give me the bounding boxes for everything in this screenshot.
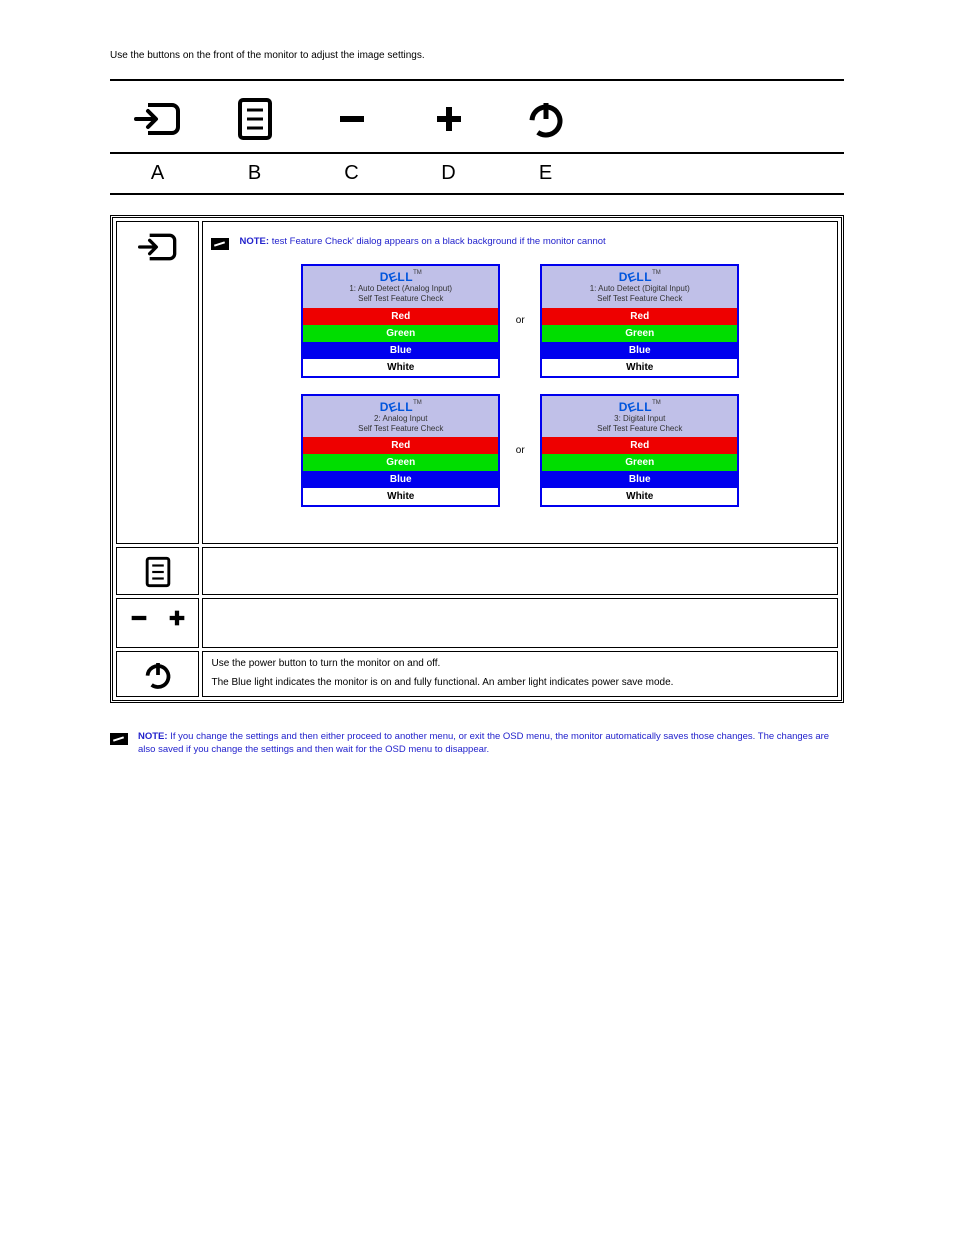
row-plus-minus	[116, 598, 838, 648]
label-e: E	[518, 162, 573, 185]
or-separator: or	[510, 315, 530, 326]
dlg-digital: DELLTM 3: Digital Input Self Test Featur…	[540, 394, 739, 508]
cell-desc-menu	[202, 547, 838, 595]
front-panel-icons-row	[110, 79, 844, 154]
label-a: A	[130, 162, 185, 185]
plus-icon	[421, 91, 476, 146]
note-text: NOTE: test Feature Check' dialog appears…	[239, 236, 605, 248]
osd-section: NOTE: If you change the settings and the…	[110, 731, 844, 756]
row-power: Use the power button to turn the monitor…	[116, 651, 838, 697]
menu-icon	[227, 91, 282, 146]
cell-desc-power: Use the power button to turn the monitor…	[202, 651, 838, 697]
buttons-description-table: NOTE: test Feature Check' dialog appears…	[110, 215, 844, 703]
self-test-dialogs: DELLTM 1: Auto Detect (Analog Input) Sel…	[211, 264, 829, 507]
dell-logo: DELL	[619, 270, 652, 284]
note-icon	[211, 238, 229, 250]
minus-icon	[324, 91, 379, 146]
dell-logo: DELL	[619, 400, 652, 414]
label-c: C	[324, 162, 379, 185]
dell-logo: DELL	[380, 400, 413, 414]
cell-icon-input	[116, 221, 199, 544]
power-icon	[518, 91, 573, 146]
intro-text: Use the buttons on the front of the moni…	[110, 50, 844, 61]
front-panel-labels-row: A B C D E	[110, 154, 844, 195]
dlg-auto-digital: DELLTM 1: Auto Detect (Digital Input) Se…	[540, 264, 739, 378]
osd-note-text: NOTE: If you change the settings and the…	[138, 731, 844, 756]
input-source-icon	[130, 91, 185, 146]
dell-logo: DELL	[380, 270, 413, 284]
label-b: B	[227, 162, 282, 185]
label-d: D	[421, 162, 476, 185]
or-separator: or	[510, 445, 530, 456]
cell-icon-menu	[116, 547, 199, 595]
cell-icon-power	[116, 651, 199, 697]
dlg-auto-analog: DELLTM 1: Auto Detect (Analog Input) Sel…	[301, 264, 500, 378]
row-input-source: NOTE: test Feature Check' dialog appears…	[116, 221, 838, 544]
osd-note: NOTE: If you change the settings and the…	[110, 731, 844, 756]
cell-desc-plusminus	[202, 598, 838, 648]
row-menu	[116, 547, 838, 595]
note-icon	[110, 733, 128, 745]
cell-icon-plusminus	[116, 598, 199, 648]
cell-desc-input: NOTE: test Feature Check' dialog appears…	[202, 221, 838, 544]
dlg-analog: DELLTM 2: Analog Input Self Test Feature…	[301, 394, 500, 508]
